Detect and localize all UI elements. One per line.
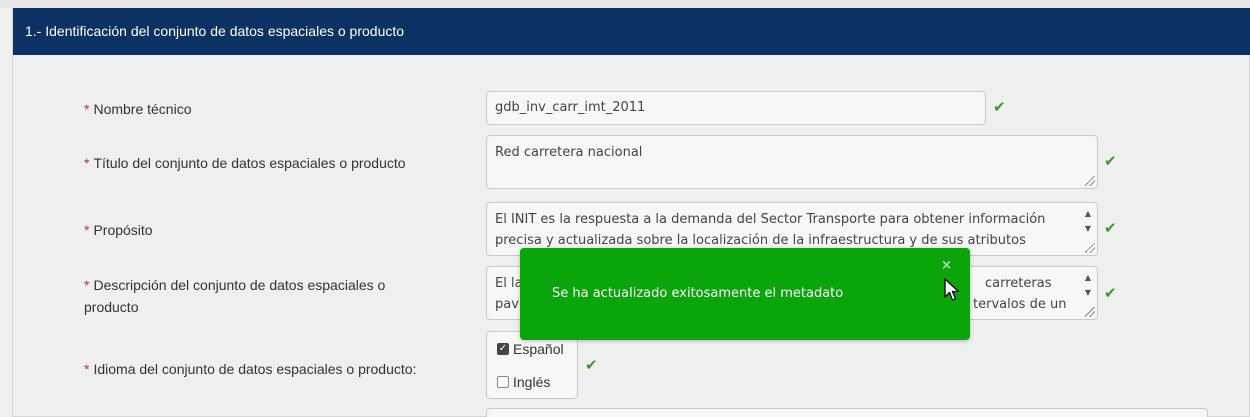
- required-marker: *: [84, 155, 90, 171]
- valid-check-icon: ✔: [1104, 219, 1117, 237]
- section-header[interactable]: 1.- Identificación del conjunto de datos…: [13, 8, 1250, 55]
- valid-check-icon: ✔: [993, 98, 1006, 116]
- required-marker: *: [84, 222, 90, 238]
- label-titulo: * Título del conjunto de datos espaciales…: [84, 155, 406, 171]
- idioma-ingles-option[interactable]: Inglés: [497, 374, 550, 390]
- valid-check-icon: ✔: [1104, 152, 1117, 170]
- valid-check-icon: ✔: [585, 356, 598, 374]
- top-strip: [0, 0, 1250, 8]
- valid-check-icon: ✔: [1104, 284, 1117, 302]
- checkbox-checked-icon[interactable]: ✓: [497, 343, 509, 355]
- next-field-partial[interactable]: [486, 408, 1208, 417]
- titulo-textarea[interactable]: Red carretera nacional: [486, 135, 1098, 189]
- mouse-cursor-icon: [944, 278, 960, 301]
- required-marker: *: [84, 361, 90, 377]
- section-title: 1.- Identificación del conjunto de datos…: [25, 23, 405, 39]
- success-toast[interactable]: × Se ha actualizado exitosamente el meta…: [520, 248, 970, 340]
- checkbox-unchecked-icon[interactable]: [497, 376, 509, 388]
- close-icon[interactable]: ×: [941, 258, 952, 273]
- resize-grip-icon[interactable]: [1085, 243, 1095, 253]
- nombre-tecnico-input[interactable]: gdb_inv_carr_imt_2011: [486, 91, 986, 125]
- resize-grip-icon[interactable]: [1085, 307, 1095, 317]
- resize-grip-icon[interactable]: [1085, 176, 1095, 186]
- required-marker: *: [84, 101, 90, 117]
- label-idioma: * Idioma del conjunto de datos espaciales…: [84, 361, 417, 377]
- scroll-arrows-icon[interactable]: ▲ ▼: [1083, 209, 1093, 233]
- label-nombre-tecnico: * Nombre técnico: [84, 101, 192, 117]
- label-descripcion: * Descripción del conjunto de datos espac…: [84, 277, 386, 315]
- scroll-arrows-icon[interactable]: ▲ ▼: [1083, 273, 1093, 297]
- label-proposito: * Propósito: [84, 222, 153, 238]
- idioma-checkbox-group: ✓ Español Inglés: [486, 331, 578, 399]
- required-marker: *: [84, 277, 90, 293]
- toast-message: Se ha actualizado exitosamente el metada…: [552, 286, 844, 301]
- idioma-espanol-option[interactable]: ✓ Español: [497, 341, 564, 357]
